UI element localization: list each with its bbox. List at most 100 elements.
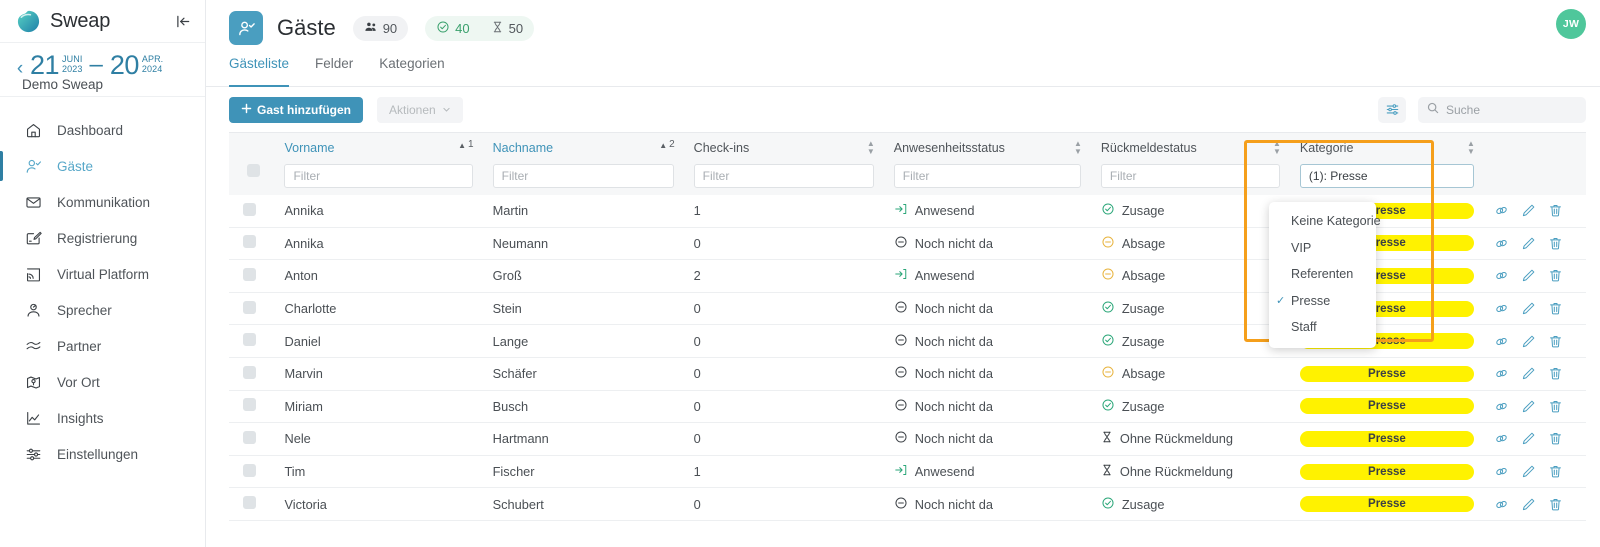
dropdown-option[interactable]: Referenten xyxy=(1269,261,1376,288)
table-row[interactable]: Tim Fischer 1 Anwesend Ohne Rückmeldung Press… xyxy=(229,455,1586,489)
rueckmeldung-label: Zusage xyxy=(1121,398,1165,414)
pencil-icon[interactable] xyxy=(1521,431,1536,446)
avatar[interactable]: JW xyxy=(1556,9,1586,39)
filter-select-kategorie[interactable] xyxy=(1299,163,1474,188)
link-icon[interactable] xyxy=(1494,236,1509,251)
trash-icon[interactable] xyxy=(1548,203,1563,218)
filter-sliders-icon[interactable] xyxy=(1378,96,1406,123)
column-header-vorname[interactable]: Vorname ▲ 1 xyxy=(274,132,483,164)
pencil-icon[interactable] xyxy=(1521,464,1536,479)
total-count: 90 xyxy=(382,20,398,36)
actions-button[interactable]: Aktionen xyxy=(377,96,463,123)
sidebar-nav: Dashboard Gäste Kommunikation Registrier… xyxy=(0,101,205,472)
table-row[interactable]: Charlotte Stein 0 Noch nicht da Zusage Presse xyxy=(229,292,1586,326)
filter-input-anwesenheit[interactable] xyxy=(893,163,1081,188)
sidebar-item-sprecher[interactable]: Sprecher xyxy=(0,292,205,328)
table-row[interactable]: Annika Neumann 0 Noch nicht da Absage Presse xyxy=(229,227,1586,261)
filter-input-checkins[interactable] xyxy=(693,163,874,188)
filter-input-rueckmeldung[interactable] xyxy=(1100,163,1280,188)
rueckmeldung-label: Zusage xyxy=(1121,203,1165,219)
sidebar-item-insights[interactable]: Insights xyxy=(0,400,205,436)
link-icon[interactable] xyxy=(1494,497,1509,512)
link-icon[interactable] xyxy=(1494,203,1509,218)
add-guest-button[interactable]: Gast hinzufügen xyxy=(229,96,363,123)
pencil-icon[interactable] xyxy=(1521,203,1536,218)
link-icon[interactable] xyxy=(1494,399,1509,414)
table-filter-row xyxy=(229,163,1586,195)
trash-icon[interactable] xyxy=(1548,334,1563,349)
pencil-icon[interactable] xyxy=(1521,334,1536,349)
row-checkbox[interactable] xyxy=(243,398,256,412)
pencil-icon[interactable] xyxy=(1521,268,1536,283)
sidebar-item-vor-ort[interactable]: Vor Ort xyxy=(0,364,205,400)
row-checkbox[interactable] xyxy=(243,202,256,216)
search-input[interactable]: Suche xyxy=(1418,96,1586,123)
trash-icon[interactable] xyxy=(1548,301,1563,316)
row-checkbox[interactable] xyxy=(243,235,256,249)
cell-kategorie: Presse xyxy=(1289,487,1484,521)
trash-icon[interactable] xyxy=(1548,236,1563,251)
dropdown-option[interactable]: Staff xyxy=(1269,314,1376,341)
dropdown-option[interactable]: ✓ Presse xyxy=(1269,288,1376,315)
sidebar-item-registrierung[interactable]: Registrierung xyxy=(0,220,205,256)
tab-gaesteliste[interactable]: Gästeliste xyxy=(229,56,290,87)
sidebar-item-dashboard[interactable]: Dashboard xyxy=(0,112,205,148)
dropdown-option[interactable]: VIP xyxy=(1269,235,1376,262)
hourglass-icon xyxy=(491,20,504,37)
table-row[interactable]: Marvin Schäfer 0 Noch nicht da Absage Presse xyxy=(229,357,1586,391)
dropdown-option[interactable]: Keine Kategorie xyxy=(1269,208,1381,235)
cell-anwesenheitsstatus: Noch nicht da xyxy=(883,292,1091,326)
table-row[interactable]: Victoria Schubert 0 Noch nicht da Zusage Pres… xyxy=(229,487,1586,521)
category-dropdown-menu[interactable]: Keine Kategorie VIP Referenten ✓ Presse Staff xyxy=(1269,202,1381,348)
link-icon[interactable] xyxy=(1494,464,1509,479)
trash-icon[interactable] xyxy=(1548,268,1563,283)
table-row[interactable]: Nele Hartmann 0 Noch nicht da Ohne Rückmeldu… xyxy=(229,422,1586,456)
sidebar-item-einstellungen[interactable]: Einstellungen xyxy=(0,436,205,472)
add-guest-label: Gast hinzufügen xyxy=(257,102,351,117)
collapse-sidebar-icon[interactable] xyxy=(176,14,191,29)
sidebar-item-partner[interactable]: Partner xyxy=(0,328,205,364)
minus-circle-icon xyxy=(894,365,908,382)
table-row[interactable]: Annika Martin 1 Anwesend Zusage Presse xyxy=(229,194,1586,228)
sidebar-item-gaeste[interactable]: Gäste xyxy=(0,148,205,184)
sidebar-item-kommunikation[interactable]: Kommunikation xyxy=(0,184,205,220)
table-row[interactable]: Daniel Lange 0 Noch nicht da Zusage Presse xyxy=(229,324,1586,358)
row-checkbox[interactable] xyxy=(243,300,256,314)
column-header-rueckmeldestatus[interactable]: Rückmeldestatus ▲ ▼ xyxy=(1090,132,1290,164)
pencil-icon[interactable] xyxy=(1521,236,1536,251)
row-checkbox[interactable] xyxy=(243,267,256,281)
row-checkbox[interactable] xyxy=(243,430,256,444)
row-checkbox[interactable] xyxy=(243,333,256,347)
link-icon[interactable] xyxy=(1494,431,1509,446)
row-checkbox[interactable] xyxy=(243,463,256,477)
pencil-icon[interactable] xyxy=(1521,301,1536,316)
tab-felder[interactable]: Felder xyxy=(315,56,353,86)
link-icon[interactable] xyxy=(1494,301,1509,316)
select-all-checkbox[interactable] xyxy=(247,163,261,177)
tab-kategorien[interactable]: Kategorien xyxy=(379,56,444,86)
cell-vorname: Charlotte xyxy=(274,292,483,326)
trash-icon[interactable] xyxy=(1548,464,1563,479)
cell-rueckmeldestatus: Zusage xyxy=(1090,292,1290,326)
row-checkbox[interactable] xyxy=(243,365,256,379)
pencil-icon[interactable] xyxy=(1521,497,1536,512)
pencil-icon[interactable] xyxy=(1521,399,1536,414)
column-header-nachname[interactable]: Nachname ▲ 2 xyxy=(482,132,684,164)
table-row[interactable]: Anton Groß 2 Anwesend Absage Presse xyxy=(229,259,1586,293)
table-row[interactable]: Miriam Busch 0 Noch nicht da Zusage Presse xyxy=(229,390,1586,424)
trash-icon[interactable] xyxy=(1548,399,1563,414)
link-icon[interactable] xyxy=(1494,268,1509,283)
link-icon[interactable] xyxy=(1494,334,1509,349)
trash-icon[interactable] xyxy=(1548,497,1563,512)
filter-input-vorname[interactable] xyxy=(284,163,473,188)
trash-icon[interactable] xyxy=(1548,431,1563,446)
filter-input-nachname[interactable] xyxy=(492,163,674,188)
pencil-icon[interactable] xyxy=(1521,366,1536,381)
sidebar-item-virtual-platform[interactable]: Virtual Platform xyxy=(0,256,205,292)
trash-icon[interactable] xyxy=(1548,366,1563,381)
column-header-anwesenheitsstatus[interactable]: Anwesenheitsstatus ▲ ▼ xyxy=(883,132,1091,164)
row-checkbox[interactable] xyxy=(243,496,256,510)
link-icon[interactable] xyxy=(1494,366,1509,381)
column-header-kategorie[interactable]: Kategorie ▲ ▼ xyxy=(1289,132,1484,164)
column-header-checkins[interactable]: Check-ins ▲ ▼ xyxy=(683,132,884,164)
